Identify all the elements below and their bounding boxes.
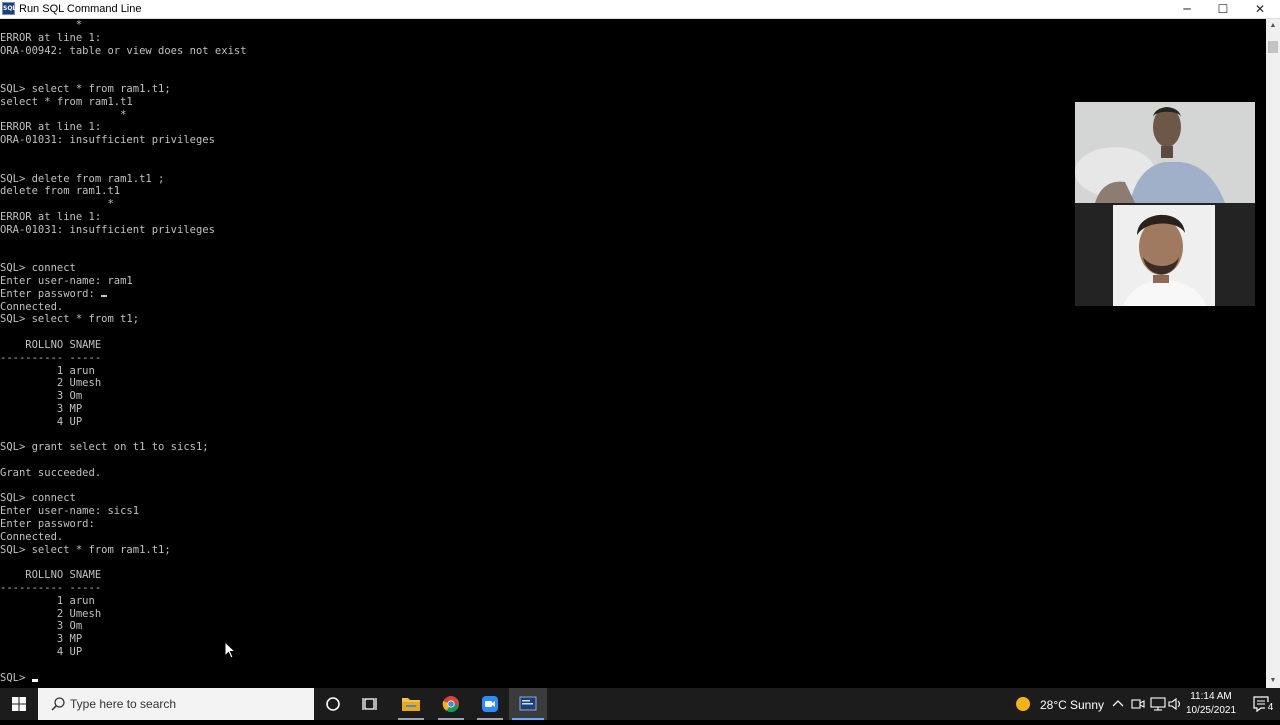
input-cursor[interactable] (31, 678, 38, 682)
cortana-circle-icon (326, 697, 340, 711)
meet-now-icon[interactable] (1131, 697, 1145, 711)
maximize-button[interactable]: ☐ (1205, 0, 1241, 18)
video-call-overlay[interactable] (1075, 102, 1255, 306)
network-icon[interactable] (1150, 697, 1166, 711)
console-prompt: SQL> (0, 671, 32, 684)
participant-1-image (1075, 102, 1255, 203)
search-placeholder: Type here to search (70, 697, 177, 711)
task-view-icon (362, 698, 377, 710)
window-title-bar[interactable]: SQL Run SQL Command Line ─ ☐ ✕ (0, 0, 1280, 19)
weather-description[interactable]: Sunny (1070, 698, 1104, 712)
mouse-pointer-icon (224, 641, 236, 659)
scroll-down-arrow-icon[interactable]: ▼ (1266, 674, 1280, 688)
clock-time: 11:14 AM (1190, 691, 1232, 702)
weather-temperature[interactable]: 28°C (1040, 698, 1067, 712)
sql-command-line-icon (519, 696, 537, 711)
system-clock[interactable]: 11:14 AM 10/25/2021 (1180, 690, 1242, 718)
chevron-up-icon[interactable] (1112, 698, 1124, 710)
scrollbar-thumb[interactable] (1268, 41, 1278, 53)
sun-icon[interactable] (1015, 696, 1031, 712)
console-output: * ERROR at line 1: ORA-00942: table or v… (0, 19, 247, 684)
taskbar-file-explorer[interactable] (392, 688, 430, 720)
close-button[interactable]: ✕ (1242, 0, 1278, 18)
taskbar-chrome[interactable] (432, 688, 470, 720)
participant-2-image (1113, 205, 1215, 306)
chrome-icon (442, 696, 459, 713)
search-icon (51, 697, 65, 711)
notification-count-badge: 4 (1265, 702, 1276, 714)
taskbar-zoom[interactable] (471, 688, 509, 720)
window-title: Run SQL Command Line (19, 3, 142, 15)
vertical-scrollbar[interactable]: ▲ ▼ (1266, 19, 1280, 688)
sql-app-icon: SQL (2, 2, 16, 15)
cortana-button[interactable] (314, 688, 352, 720)
task-view-button[interactable] (352, 688, 390, 720)
windows-logo-icon (12, 697, 26, 711)
scroll-up-arrow-icon[interactable]: ▲ (1266, 19, 1280, 33)
password-cursor (101, 294, 108, 297)
console-output-part2: Connected. SQL> select * from t1; ROLLNO… (0, 300, 209, 659)
participant-video-1 (1075, 102, 1255, 203)
taskbar-sql-command-line[interactable] (509, 688, 547, 720)
start-button[interactable] (0, 688, 38, 720)
minimize-button[interactable]: ─ (1169, 0, 1205, 18)
clock-date: 10/25/2021 (1185, 705, 1237, 716)
file-explorer-icon (402, 698, 420, 711)
taskbar-search-box[interactable]: Type here to search (38, 688, 314, 720)
action-center-button[interactable]: 4 (1244, 688, 1280, 720)
zoom-icon (482, 696, 498, 712)
participant-video-2 (1075, 205, 1255, 306)
console-output-part1: * ERROR at line 1: ORA-00942: table or v… (0, 19, 247, 300)
taskbar: Type here to search 28°C Sunny 11:14 AM … (0, 688, 1280, 720)
